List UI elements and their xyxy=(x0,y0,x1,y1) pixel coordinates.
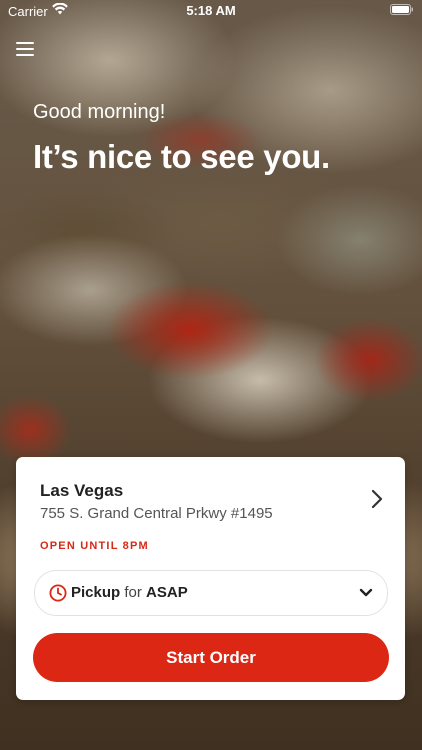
clock-icon xyxy=(49,584,67,602)
status-time: 5:18 AM xyxy=(186,3,236,18)
order-mode-label: Pickup xyxy=(71,584,121,601)
start-order-button[interactable]: Start Order xyxy=(33,633,389,682)
order-mode-connector: for xyxy=(124,584,142,601)
chevron-right-icon xyxy=(371,489,383,509)
store-selector[interactable]: Las Vegas 755 S. Grand Central Prkwy #14… xyxy=(16,457,405,537)
welcome-headline: It’s nice to see you. xyxy=(33,138,330,175)
status-bar: Carrier 5:18 AM xyxy=(0,0,422,22)
home-screen: Carrier 5:18 AM Good morning! It’s nice … xyxy=(0,0,422,750)
battery-icon xyxy=(390,4,413,15)
order-time-label: ASAP xyxy=(146,584,188,601)
store-address: 755 S. Grand Central Prkwy #1495 xyxy=(40,505,273,522)
menu-icon[interactable] xyxy=(16,40,34,56)
chevron-down-icon xyxy=(359,588,373,597)
store-card: Las Vegas 755 S. Grand Central Prkwy #14… xyxy=(16,457,405,700)
order-mode-dropdown[interactable]: Pickup for ASAP xyxy=(34,570,388,616)
greeting-text: Good morning! xyxy=(33,101,166,123)
store-name: Las Vegas xyxy=(40,481,124,500)
order-mode-text: Pickup for ASAP xyxy=(71,584,188,601)
store-hours-badge: OPEN UNTIL 8PM xyxy=(40,540,149,552)
